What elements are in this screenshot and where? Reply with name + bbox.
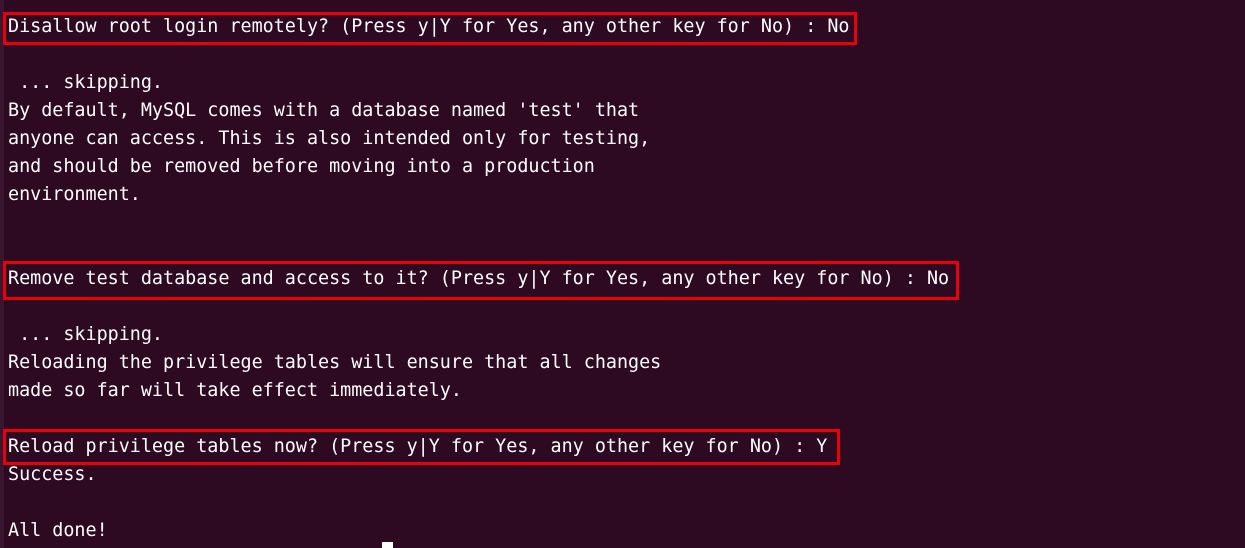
success-message: Success.: [8, 464, 97, 485]
reload-info-line: Reloading the privilege tables will ensu…: [8, 352, 662, 373]
reload-info-line: made so far will take effect immediately…: [8, 380, 462, 401]
skipping-message: ... skipping.: [8, 72, 164, 93]
terminal-cursor[interactable]: [382, 542, 393, 548]
prompt-remove-test-db: Remove test database and access to it? (…: [8, 268, 950, 289]
terminal-window[interactable]: Disallow root login remotely? (Press y|Y…: [0, 0, 1245, 548]
test-db-info-line: anyone can access. This is also intended…: [8, 128, 651, 149]
prompt-reload-privileges: Reload privilege tables now? (Press y|Y …: [8, 436, 828, 457]
prompt-disallow-root: Disallow root login remotely? (Press y|Y…: [8, 16, 850, 37]
test-db-info-line: By default, MySQL comes with a database …: [8, 100, 640, 121]
test-db-info-line: environment.: [8, 184, 141, 205]
skipping-message: ... skipping.: [8, 324, 164, 345]
test-db-info-line: and should be removed before moving into…: [8, 156, 595, 177]
all-done-message: All done!: [8, 520, 108, 541]
